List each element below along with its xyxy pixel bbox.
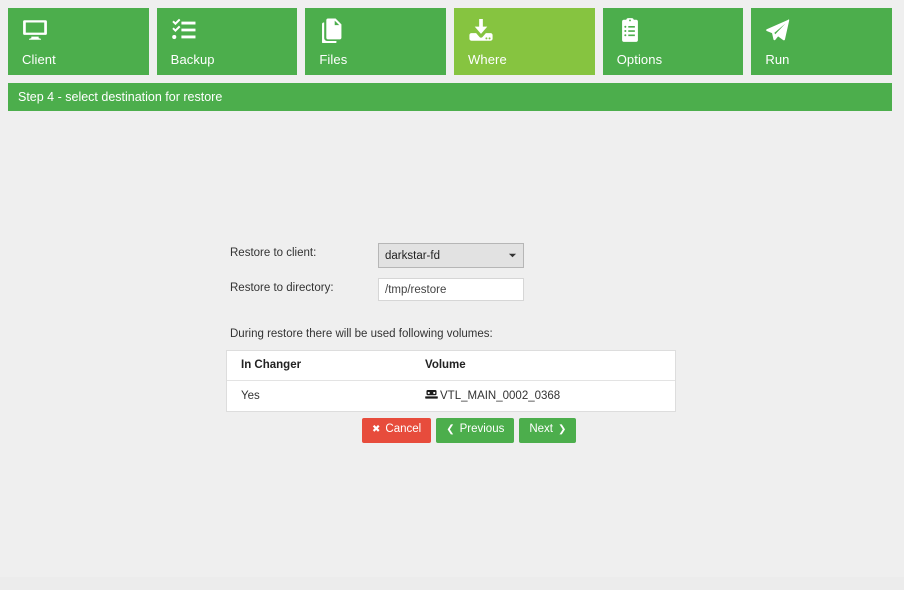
cancel-button-label: Cancel xyxy=(385,424,421,436)
paper-plane-icon xyxy=(765,17,791,43)
table-header-row: In Changer Volume xyxy=(227,351,675,381)
volume-name: VTL_MAIN_0002_0368 xyxy=(440,390,560,402)
volumes-table-body: Yes VTL_MAIN_0002_0368 xyxy=(227,381,675,412)
wizard-tab-label: Options xyxy=(617,52,663,67)
restore-wizard-page: Client Backup Files xyxy=(0,0,904,590)
next-button[interactable]: Next ❯ xyxy=(519,418,576,443)
volumes-note: During restore there will be used follow… xyxy=(230,328,493,340)
checklist-icon xyxy=(171,17,197,43)
copy-files-icon xyxy=(319,17,345,43)
volumes-table-head: In Changer Volume xyxy=(227,351,675,381)
cancel-button[interactable]: ✖ Cancel xyxy=(362,418,431,443)
wizard-tab-options[interactable]: Options xyxy=(603,8,744,75)
volumes-table: In Changer Volume Yes VTL_MAIN_0002_0368 xyxy=(227,351,675,411)
wizard-tab-label: Run xyxy=(765,52,789,67)
footer-strip xyxy=(0,577,904,590)
wizard-tab-client[interactable]: Client xyxy=(8,8,149,75)
volumes-table-container: In Changer Volume Yes VTL_MAIN_0002_0368 xyxy=(226,350,676,412)
wizard-tab-run[interactable]: Run xyxy=(751,8,892,75)
chevron-right-icon: ❯ xyxy=(558,425,566,435)
cell-volume: VTL_MAIN_0002_0368 xyxy=(411,381,675,412)
clipboard-icon xyxy=(617,17,643,43)
cell-in-changer: Yes xyxy=(227,381,411,412)
wizard-tab-label: Where xyxy=(468,52,507,67)
restore-to-client-label: Restore to client: xyxy=(230,246,316,260)
wizard-tab-label: Client xyxy=(22,52,56,67)
wizard-actions: ✖ Cancel ❮ Previous Next ❯ xyxy=(362,418,576,443)
previous-button-label: Previous xyxy=(460,424,505,436)
table-row: Yes VTL_MAIN_0002_0368 xyxy=(227,381,675,412)
wizard-content: Restore to client: darkstar-fd Restore t… xyxy=(0,111,904,577)
wizard-tab-label: Backup xyxy=(171,52,215,67)
chevron-left-icon: ❮ xyxy=(446,425,454,435)
wizard-tab-bar: Client Backup Files xyxy=(8,8,892,75)
column-header-in-changer: In Changer xyxy=(227,351,411,381)
next-button-label: Next xyxy=(529,424,553,436)
step-heading-bar: Step 4 - select destination for restore xyxy=(8,83,892,111)
wizard-tab-backup[interactable]: Backup xyxy=(157,8,298,75)
restore-to-directory-label: Restore to directory: xyxy=(230,281,334,295)
download-icon xyxy=(468,17,494,43)
wizard-tab-files[interactable]: Files xyxy=(305,8,446,75)
previous-button[interactable]: ❮ Previous xyxy=(436,418,514,443)
tape-drive-icon xyxy=(425,389,438,400)
restore-to-client-select[interactable]: darkstar-fd xyxy=(378,243,524,268)
monitor-icon xyxy=(22,17,48,43)
restore-to-directory-input[interactable] xyxy=(378,278,524,301)
wizard-tab-where[interactable]: Where xyxy=(454,8,595,75)
column-header-volume: Volume xyxy=(411,351,675,381)
times-icon: ✖ xyxy=(372,425,380,435)
wizard-tab-label: Files xyxy=(319,52,347,67)
